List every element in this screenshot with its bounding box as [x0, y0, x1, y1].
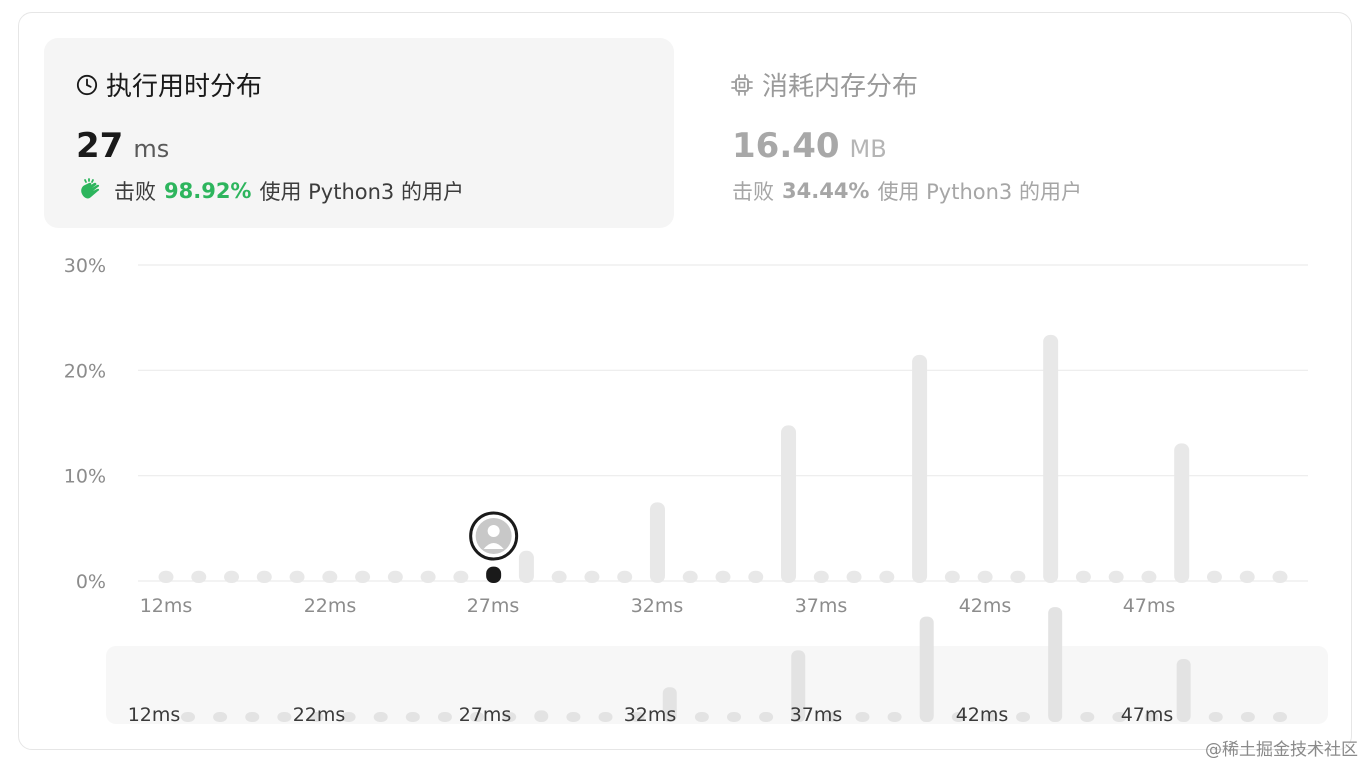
overview-tick-label: 12ms: [128, 704, 181, 726]
chart-grid: [138, 264, 1308, 582]
watermark: @稀土掘金技术社区: [1205, 740, 1358, 760]
overview-tick-label: 47ms: [1121, 704, 1174, 726]
overview-tick-label: 42ms: [956, 704, 1009, 726]
overview-bar: [245, 712, 260, 722]
overview-bar: [919, 616, 934, 722]
chart-bar[interactable]: [1272, 570, 1288, 583]
x-tick-label: 27ms: [467, 595, 520, 617]
x-tick-label: 37ms: [795, 595, 848, 617]
x-tick-label: 47ms: [1123, 595, 1176, 617]
chart-bar[interactable]: [322, 570, 338, 583]
overview-bar: [1240, 712, 1255, 722]
x-tick-label: 12ms: [140, 595, 193, 617]
chart-bar[interactable]: [1075, 570, 1091, 583]
chart-bar[interactable]: [1174, 443, 1190, 583]
y-tick-label: 10%: [64, 466, 106, 488]
overview-bar: [1048, 607, 1063, 722]
y-tick-label: 0%: [76, 571, 106, 593]
overview-bar: [437, 712, 452, 722]
user-marker: [469, 511, 519, 583]
chart-bar[interactable]: [551, 570, 567, 583]
overview-bar: [373, 712, 388, 722]
x-tick-label: 32ms: [631, 595, 684, 617]
overview-bar: [694, 712, 709, 722]
runtime-distribution-chart: 0% 10% 20% 30% 12ms 22ms 27ms 32ms 37ms 42ms 47ms…: [64, 255, 1328, 726]
chart-bar[interactable]: [584, 570, 600, 583]
overview-bar: [855, 712, 870, 722]
chart-bar[interactable]: [649, 502, 665, 583]
chart-bars: [158, 334, 1288, 583]
overview-bar: [759, 712, 774, 722]
chart-bar[interactable]: [420, 570, 436, 583]
chart-bar[interactable]: [387, 570, 403, 583]
chart-bar[interactable]: [1206, 570, 1222, 583]
overview-tick-label: 22ms: [293, 704, 346, 726]
x-axis-labels: 12ms 22ms 27ms 32ms 37ms 42ms 47ms: [140, 595, 1176, 617]
chart-bar[interactable]: [944, 570, 960, 583]
chart-bar[interactable]: [224, 570, 240, 583]
chart-bar[interactable]: [617, 570, 633, 583]
chart-bar[interactable]: [289, 570, 305, 583]
overview-bar: [1016, 712, 1031, 722]
y-tick-label: 20%: [64, 360, 106, 382]
chart-bar[interactable]: [977, 570, 993, 583]
overview-tick-label: 32ms: [624, 704, 677, 726]
overview-tick-label: 27ms: [459, 704, 512, 726]
chart-bar[interactable]: [682, 570, 698, 583]
chart-bar[interactable]: [158, 570, 174, 583]
overview-bar: [1208, 712, 1223, 722]
chart-bar[interactable]: [1239, 570, 1255, 583]
overview-bar: [727, 712, 741, 722]
overview-bar: [181, 712, 195, 722]
chart-bar[interactable]: [879, 570, 895, 583]
overview-bar: [887, 712, 902, 722]
chart-bar[interactable]: [1141, 570, 1157, 583]
chart-bar[interactable]: [813, 570, 829, 583]
overview-bar: [598, 712, 613, 722]
chart-bar[interactable]: [355, 570, 371, 583]
overview-bar: [277, 712, 292, 722]
overview-bar: [405, 712, 420, 722]
y-tick-label: 30%: [64, 255, 106, 277]
overview-tick-label: 37ms: [790, 704, 843, 726]
x-tick-label: 42ms: [959, 595, 1012, 617]
chart-bar[interactable]: [453, 570, 469, 583]
overview-bar: [534, 710, 549, 722]
x-tick-label: 22ms: [304, 595, 357, 617]
chart-bar[interactable]: [256, 570, 272, 583]
y-axis-labels: 0% 10% 20% 30%: [64, 255, 106, 593]
chart-bar[interactable]: [1043, 334, 1059, 583]
range-overview[interactable]: 12ms 22ms 27ms 32ms 37ms 42ms 47ms: [106, 607, 1328, 726]
chart-bar[interactable]: [715, 570, 731, 583]
overview-bar: [213, 712, 228, 722]
chart-bar[interactable]: [518, 550, 534, 583]
chart-bar[interactable]: [191, 570, 207, 583]
chart-bar[interactable]: [781, 425, 797, 583]
chart-bar[interactable]: [1108, 570, 1124, 583]
avatar-head: [487, 525, 500, 537]
user-bar[interactable]: [486, 566, 502, 583]
chart-bar[interactable]: [912, 354, 928, 583]
overview-bar: [1080, 712, 1095, 722]
overview-bar: [566, 712, 581, 722]
chart-bar[interactable]: [748, 570, 764, 583]
chart-bar[interactable]: [1010, 570, 1026, 583]
chart-bar[interactable]: [846, 570, 862, 583]
overview-bar: [1273, 712, 1287, 722]
overview-bar: [1176, 659, 1191, 722]
